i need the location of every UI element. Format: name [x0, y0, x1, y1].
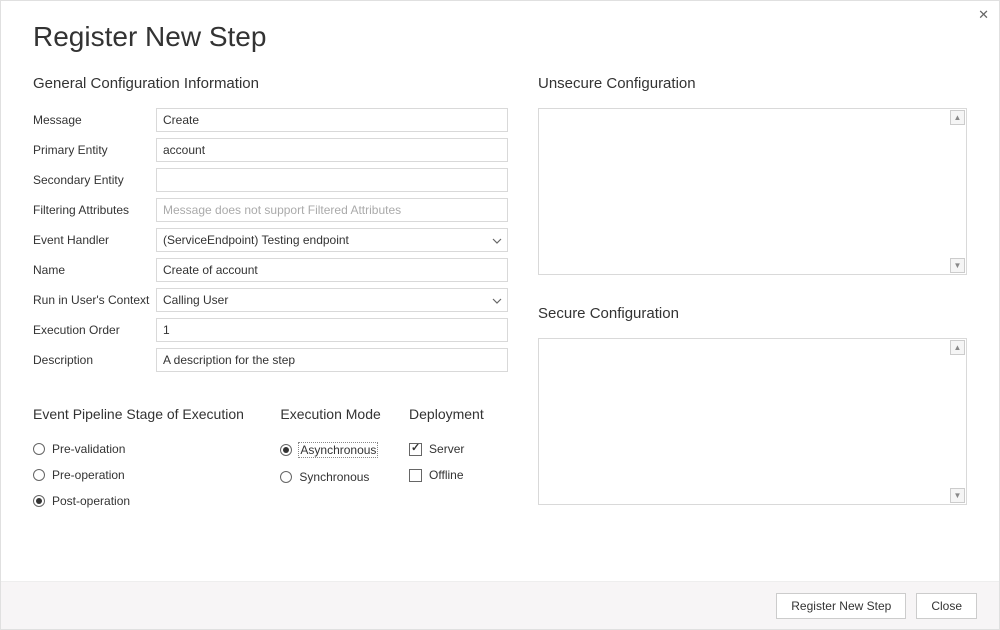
spin-up-icon[interactable]: ▲	[950, 340, 965, 355]
label-filtering-attributes: Filtering Attributes	[33, 203, 156, 217]
dialog-content: Register New Step General Configuration …	[1, 1, 999, 581]
radio-async[interactable]: Asynchronous	[280, 442, 409, 458]
spin-down-icon[interactable]: ▼	[950, 258, 965, 273]
row-execution-order: Execution Order	[33, 318, 508, 342]
row-filtering-attributes: Filtering Attributes	[33, 198, 508, 222]
row-run-context: Run in User's Context Calling User	[33, 288, 508, 312]
checkbox-icon	[409, 443, 422, 456]
check-label-server: Server	[429, 442, 464, 456]
row-secondary-entity: Secondary Entity	[33, 168, 508, 192]
input-secondary-entity[interactable]	[156, 168, 508, 192]
unsecure-config-textarea[interactable]: ▲ ▼	[538, 108, 967, 275]
input-message[interactable]	[156, 108, 508, 132]
row-primary-entity: Primary Entity	[33, 138, 508, 162]
bottom-sections: Event Pipeline Stage of Execution Pre-va…	[33, 406, 508, 520]
label-execution-order: Execution Order	[33, 323, 156, 337]
general-section-title: General Configuration Information	[33, 75, 508, 92]
exec-mode-group: Execution Mode Asynchronous Synchronous	[280, 406, 409, 520]
unsecure-config-title: Unsecure Configuration	[538, 75, 967, 92]
radio-pre-validation[interactable]: Pre-validation	[33, 442, 280, 456]
secure-config-title: Secure Configuration	[538, 305, 967, 322]
exec-mode-title: Execution Mode	[280, 406, 409, 422]
radio-label-async: Asynchronous	[298, 442, 378, 458]
input-execution-order[interactable]	[156, 318, 508, 342]
radio-post-operation[interactable]: Post-operation	[33, 494, 280, 508]
label-run-context: Run in User's Context	[33, 293, 156, 307]
select-event-handler[interactable]: (ServiceEndpoint) Testing endpoint	[156, 228, 508, 252]
label-secondary-entity: Secondary Entity	[33, 173, 156, 187]
main-columns: General Configuration Information Messag…	[33, 75, 967, 581]
register-button[interactable]: Register New Step	[776, 593, 906, 619]
spin-down-icon[interactable]: ▼	[950, 488, 965, 503]
label-primary-entity: Primary Entity	[33, 143, 156, 157]
label-event-handler: Event Handler	[33, 233, 156, 247]
input-description[interactable]	[156, 348, 508, 372]
checkbox-icon	[409, 469, 422, 482]
close-icon[interactable]: ✕	[978, 7, 989, 23]
row-name: Name	[33, 258, 508, 282]
row-description: Description	[33, 348, 508, 372]
right-column: Unsecure Configuration ▲ ▼ Secure Config…	[538, 75, 967, 581]
spin-up-icon[interactable]: ▲	[950, 110, 965, 125]
radio-pre-operation[interactable]: Pre-operation	[33, 468, 280, 482]
radio-icon	[33, 469, 45, 481]
radio-label-post-operation: Post-operation	[52, 494, 130, 508]
select-run-context[interactable]: Calling User	[156, 288, 508, 312]
radio-sync[interactable]: Synchronous	[280, 470, 409, 484]
radio-label-pre-validation: Pre-validation	[52, 442, 125, 456]
close-button[interactable]: Close	[916, 593, 977, 619]
pipeline-title: Event Pipeline Stage of Execution	[33, 406, 280, 422]
deployment-group: Deployment Server Offline	[409, 406, 508, 520]
radio-label-sync: Synchronous	[299, 470, 369, 484]
secure-config-textarea[interactable]: ▲ ▼	[538, 338, 967, 505]
radio-label-pre-operation: Pre-operation	[52, 468, 125, 482]
dialog-footer: Register New Step Close	[1, 581, 999, 629]
check-label-offline: Offline	[429, 468, 463, 482]
dialog-title: Register New Step	[33, 21, 967, 53]
register-step-dialog: ✕ Register New Step General Configuratio…	[0, 0, 1000, 630]
row-message: Message	[33, 108, 508, 132]
label-description: Description	[33, 353, 156, 367]
input-filtering-attributes	[156, 198, 508, 222]
radio-icon	[33, 443, 45, 455]
deployment-title: Deployment	[409, 406, 508, 422]
radio-icon	[33, 495, 45, 507]
check-offline[interactable]: Offline	[409, 468, 508, 482]
select-run-context-value: Calling User	[156, 288, 508, 312]
check-server[interactable]: Server	[409, 442, 508, 456]
row-event-handler: Event Handler (ServiceEndpoint) Testing …	[33, 228, 508, 252]
pipeline-group: Event Pipeline Stage of Execution Pre-va…	[33, 406, 280, 520]
label-name: Name	[33, 263, 156, 277]
radio-icon	[280, 444, 292, 456]
select-event-handler-value: (ServiceEndpoint) Testing endpoint	[156, 228, 508, 252]
radio-icon	[280, 471, 292, 483]
input-name[interactable]	[156, 258, 508, 282]
left-column: General Configuration Information Messag…	[33, 75, 508, 581]
input-primary-entity[interactable]	[156, 138, 508, 162]
label-message: Message	[33, 113, 156, 127]
